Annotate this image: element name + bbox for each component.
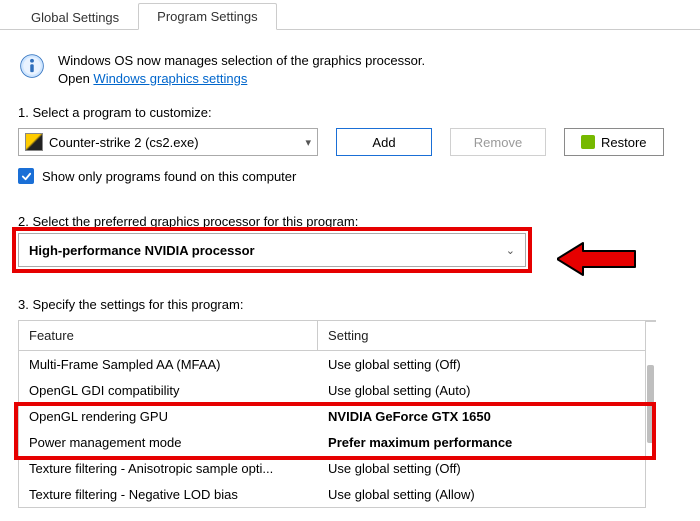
program-name: Counter-strike 2 (cs2.exe) — [49, 135, 299, 150]
cell-setting[interactable]: NVIDIA GeForce GTX 1650 — [318, 409, 645, 424]
table-body: Multi-Frame Sampled AA (MFAA)Use global … — [19, 351, 645, 507]
nvidia-logo-icon — [581, 135, 595, 149]
table-row[interactable]: Power management modePrefer maximum perf… — [19, 429, 645, 455]
settings-tabstrip: Global Settings Program Settings — [0, 0, 700, 30]
annotation-arrow — [557, 239, 637, 279]
table-row[interactable]: Multi-Frame Sampled AA (MFAA)Use global … — [19, 351, 645, 377]
chevron-down-icon: ▾ — [305, 136, 311, 149]
section2-label: 2. Select the preferred graphics process… — [18, 214, 700, 229]
cell-feature: Power management mode — [19, 435, 318, 450]
column-header-feature[interactable]: Feature — [19, 321, 318, 350]
cell-setting[interactable]: Prefer maximum performance — [318, 435, 645, 450]
cell-setting[interactable]: Use global setting (Off) — [318, 461, 645, 476]
table-header: Feature Setting — [19, 321, 645, 351]
scrollbar-thumb[interactable] — [647, 365, 654, 443]
info-icon — [18, 52, 46, 80]
show-only-checkbox[interactable] — [18, 168, 34, 184]
info-text-line2: Open Windows graphics settings — [58, 70, 425, 88]
program-select[interactable]: Counter-strike 2 (cs2.exe) ▾ — [18, 128, 318, 156]
tab-program-settings[interactable]: Program Settings — [138, 3, 276, 30]
cell-setting[interactable]: Use global setting (Off) — [318, 357, 645, 372]
cell-feature: OpenGL GDI compatibility — [19, 383, 318, 398]
settings-table: Feature Setting Multi-Frame Sampled AA (… — [18, 320, 646, 508]
table-row[interactable]: OpenGL GDI compatibilityUse global setti… — [19, 377, 645, 403]
info-banner: Windows OS now manages selection of the … — [18, 52, 658, 87]
column-header-setting[interactable]: Setting — [318, 321, 645, 350]
table-scrollbar[interactable] — [646, 320, 656, 322]
cell-feature: Multi-Frame Sampled AA (MFAA) — [19, 357, 318, 372]
section1-label: 1. Select a program to customize: — [18, 105, 700, 120]
cell-feature: Texture filtering - Negative LOD bias — [19, 487, 318, 502]
cell-feature: Texture filtering - Anisotropic sample o… — [19, 461, 318, 476]
cell-setting[interactable]: Use global setting (Auto) — [318, 383, 645, 398]
show-only-label: Show only programs found on this compute… — [42, 169, 296, 184]
tab-global-settings[interactable]: Global Settings — [12, 4, 138, 30]
cell-feature: OpenGL rendering GPU — [19, 409, 318, 424]
section3-label: 3. Specify the settings for this program… — [18, 297, 700, 312]
add-button[interactable]: Add — [336, 128, 432, 156]
windows-graphics-settings-link[interactable]: Windows graphics settings — [93, 71, 247, 86]
table-row[interactable]: OpenGL rendering GPUNVIDIA GeForce GTX 1… — [19, 403, 645, 429]
cell-setting[interactable]: Use global setting (Allow) — [318, 487, 645, 502]
chevron-down-icon: ⌄ — [506, 244, 515, 257]
program-icon — [25, 133, 43, 151]
info-text-line1: Windows OS now manages selection of the … — [58, 52, 425, 70]
table-row[interactable]: Texture filtering - Negative LOD biasUse… — [19, 481, 645, 507]
preferred-gpu-value: High-performance NVIDIA processor — [29, 243, 255, 258]
table-row[interactable]: Texture filtering - Anisotropic sample o… — [19, 455, 645, 481]
preferred-gpu-select[interactable]: High-performance NVIDIA processor ⌄ — [18, 233, 526, 267]
remove-button: Remove — [450, 128, 546, 156]
restore-button[interactable]: Restore — [564, 128, 664, 156]
